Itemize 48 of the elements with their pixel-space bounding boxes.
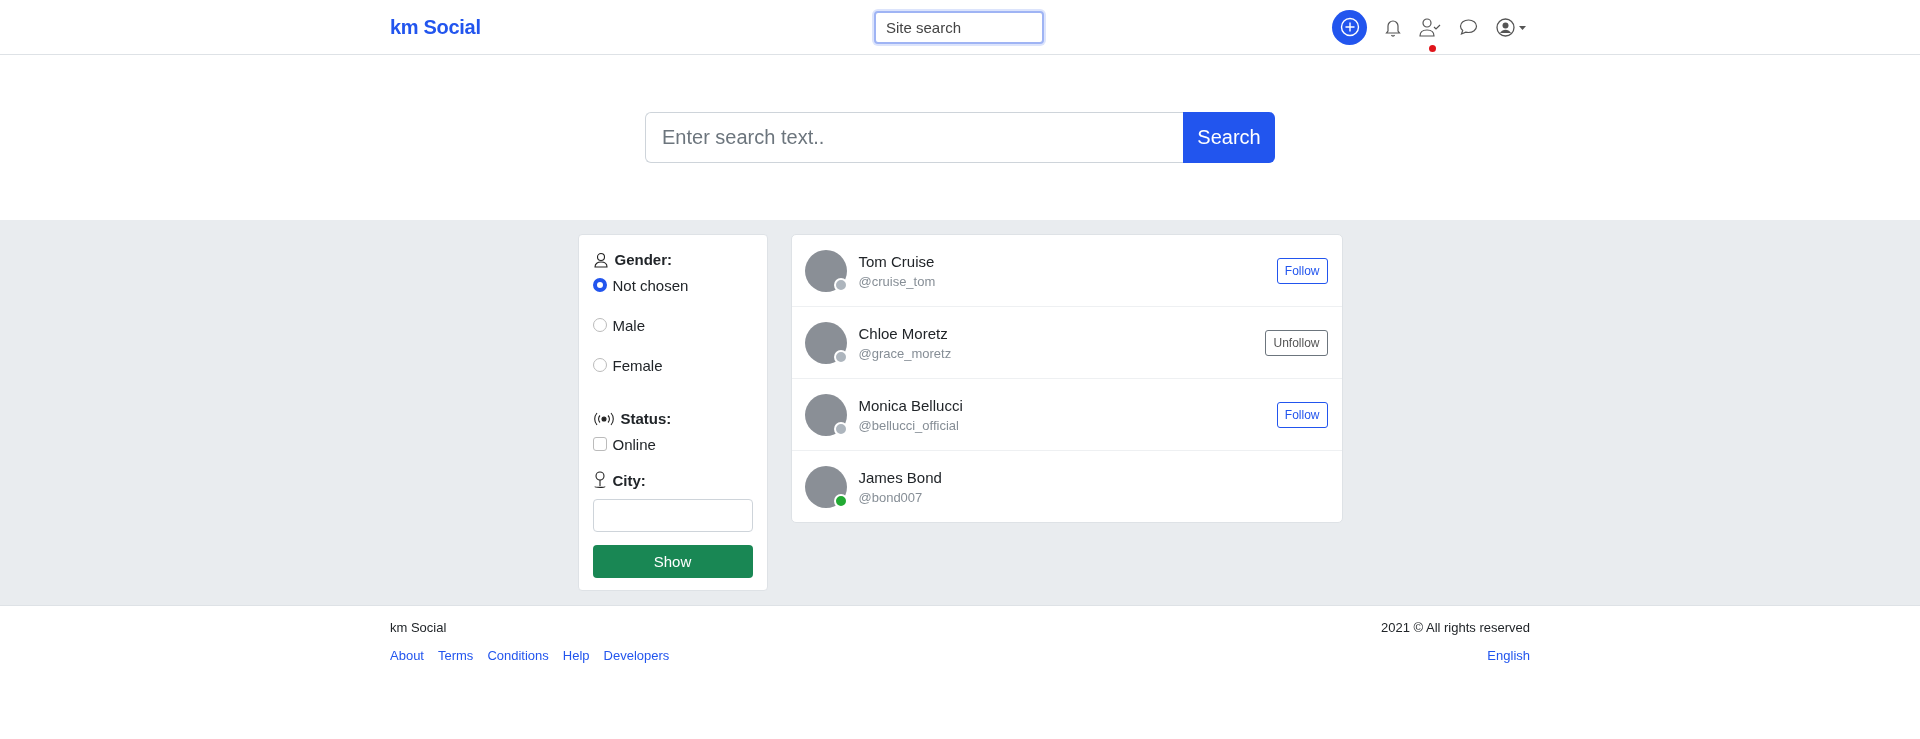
footer-link[interactable]: About: [390, 648, 424, 663]
user-circle-caret-icon: [1496, 17, 1528, 37]
site-search-field[interactable]: Site search: [874, 10, 1044, 44]
add-button[interactable]: [1332, 9, 1367, 45]
unfollow-button[interactable]: Unfollow: [1265, 329, 1328, 356]
user-name[interactable]: Tom Cruise: [858, 252, 1277, 270]
avatar[interactable]: [804, 321, 847, 364]
user-name[interactable]: James Bond: [858, 468, 1328, 486]
footer-brand: km Social: [390, 620, 447, 635]
show-button[interactable]: Show: [592, 545, 753, 578]
account-menu-button[interactable]: [1496, 17, 1528, 37]
person-icon: [592, 251, 609, 268]
avatar[interactable]: [804, 249, 847, 292]
gender-radio[interactable]: Not chosen: [592, 274, 689, 296]
footer-link[interactable]: Developers: [603, 648, 670, 663]
gender-radio[interactable]: Female: [592, 354, 663, 376]
avatar[interactable]: [804, 393, 847, 436]
chat-bubble-icon: [1459, 18, 1478, 36]
gender-label: Gender:: [614, 251, 672, 268]
user-handle: @bond007: [858, 489, 924, 505]
map-pin-icon: [592, 471, 607, 489]
copyright: 2021 © All rights reserved: [1380, 620, 1530, 635]
city-field[interactable]: [592, 499, 753, 532]
city-label: City:: [612, 471, 646, 489]
messages-button[interactable]: [1459, 18, 1478, 36]
user-name[interactable]: Chloe Moretz: [858, 324, 1266, 342]
follow-button[interactable]: Follow: [1276, 257, 1328, 284]
footer-link[interactable]: Help: [562, 648, 590, 663]
language-link[interactable]: English: [1487, 648, 1530, 663]
online-checkbox[interactable]: Online: [592, 433, 656, 455]
footer-link[interactable]: Conditions: [487, 648, 549, 663]
user-handle: @cruise_tom: [858, 273, 937, 289]
search-button[interactable]: Search: [1183, 112, 1275, 163]
search-field[interactable]: Enter search text..: [645, 112, 1183, 163]
avatar[interactable]: [804, 465, 847, 508]
user-name[interactable]: Monica Bellucci: [858, 396, 1277, 414]
follow-button[interactable]: Follow: [1276, 401, 1328, 428]
footer-link[interactable]: Terms: [438, 648, 474, 663]
status-label: Status:: [620, 410, 672, 427]
bell-icon: [1385, 17, 1401, 37]
plus-circle-icon: [1339, 17, 1360, 37]
user-handle: @grace_moretz: [858, 345, 953, 361]
gender-radio[interactable]: Male: [592, 314, 645, 336]
notifications-button[interactable]: [1385, 17, 1401, 37]
user-check-icon: [1419, 17, 1441, 37]
logo[interactable]: km Social: [390, 15, 690, 39]
broadcast-icon: [592, 411, 615, 426]
user-handle: @bellucci_official: [858, 417, 960, 433]
